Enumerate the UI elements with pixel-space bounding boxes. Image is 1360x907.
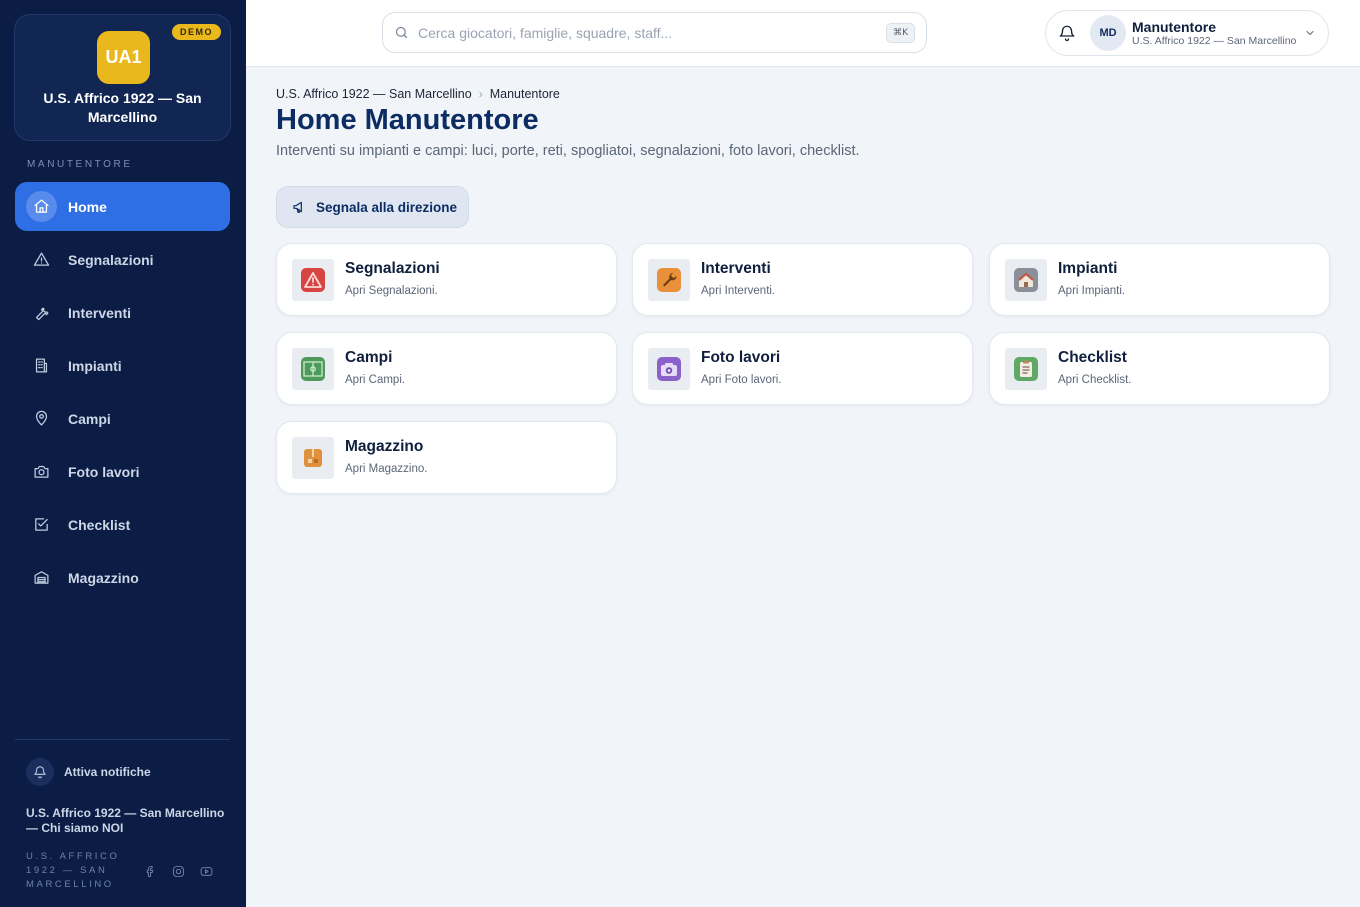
card-title: Impianti — [1058, 260, 1118, 277]
breadcrumb-item-current: Manutentore — [489, 87, 560, 101]
page-title: Home Manutentore — [276, 104, 539, 136]
card-title: Segnalazioni — [345, 260, 440, 277]
topbar: ⌘K MD Manutentore U.S. Affrico 1922 — Sa… — [246, 0, 1360, 67]
card-title: Checklist — [1058, 349, 1127, 366]
sidebar-item-home[interactable]: Home — [15, 182, 230, 231]
bell-icon — [26, 758, 54, 786]
footer-club-link[interactable]: U.S. Affrico 1922 — San Marcellino — Chi… — [26, 806, 226, 836]
card-subtitle: Apri Impianti. — [1058, 285, 1126, 297]
camera-icon — [26, 456, 57, 487]
card-subtitle: Apri Checklist. — [1058, 374, 1132, 386]
chevron-down-icon — [1304, 27, 1316, 39]
instagram-icon[interactable] — [170, 864, 186, 878]
sidebar-item-foto-lavori[interactable]: Foto lavori — [15, 447, 230, 496]
report-to-management-label: Segnala alla direzione — [316, 199, 458, 215]
enable-notifications-label: Attiva notifiche — [64, 765, 151, 779]
wrench-icon — [26, 297, 57, 328]
megaphone-icon — [293, 201, 302, 213]
card-foto-lavori[interactable]: Foto lavori Apri Foto lavori. — [632, 332, 973, 405]
card-campi[interactable]: Campi Apri Campi. — [276, 332, 617, 405]
card-subtitle: Apri Campi. — [345, 374, 406, 386]
sidebar-item-label: Interventi — [68, 304, 132, 321]
search-icon — [395, 26, 408, 39]
card-title: Foto lavori — [701, 349, 781, 366]
youtube-icon[interactable] — [198, 864, 214, 878]
home-icon — [26, 191, 57, 222]
sidebar-nav: Home Segnalazioni Interventi Impianti Ca… — [15, 182, 230, 606]
sidebar-divider — [15, 739, 230, 740]
card-interventi[interactable]: Interventi Apri Interventi. — [632, 243, 973, 316]
card-impianti[interactable]: Impianti Apri Impianti. — [989, 243, 1330, 316]
sidebar-item-label: Impianti — [68, 357, 122, 374]
facebook-icon[interactable] — [142, 864, 158, 878]
notifications-bell-icon[interactable] — [1058, 24, 1076, 42]
report-to-management-button[interactable]: Segnala alla direzione — [276, 186, 469, 228]
checkbox-icon — [26, 509, 57, 540]
breadcrumb-item-club[interactable]: U.S. Affrico 1922 — San Marcellino — [276, 87, 472, 101]
card-subtitle: Apri Segnalazioni. — [345, 285, 438, 297]
demo-badge: DEMO — [172, 24, 221, 40]
field-tile-icon — [292, 348, 334, 390]
avatar: MD — [1090, 15, 1126, 51]
map-pin-icon — [26, 403, 57, 434]
card-title: Interventi — [701, 260, 771, 277]
page-subtitle: Interventi su impianti e campi: luci, po… — [276, 143, 860, 159]
camera-tile-icon — [648, 348, 690, 390]
search-box: ⌘K — [382, 12, 927, 53]
card-checklist[interactable]: Checklist Apri Checklist. — [989, 332, 1330, 405]
clipboard-tile-icon — [1005, 348, 1047, 390]
box-tile-icon — [292, 437, 334, 479]
sidebar-item-label: Segnalazioni — [68, 251, 154, 268]
social-links — [142, 864, 214, 878]
sidebar-section-label: MANUTENTORE — [27, 159, 133, 170]
sidebar-item-segnalazioni[interactable]: Segnalazioni — [15, 235, 230, 284]
user-menu-button[interactable]: MD Manutentore U.S. Affrico 1922 — San M… — [1045, 10, 1329, 56]
search-shortcut-badge: ⌘K — [886, 22, 915, 43]
warehouse-icon — [26, 562, 57, 593]
sidebar-item-label: Magazzino — [68, 569, 139, 586]
card-subtitle: Apri Magazzino. — [345, 463, 428, 475]
user-name: Manutentore — [1132, 18, 1216, 35]
enable-notifications-button[interactable]: Attiva notifiche — [26, 758, 151, 786]
sidebar-item-label: Campi — [68, 410, 111, 427]
search-input[interactable] — [418, 24, 887, 41]
house-tile-icon — [1005, 259, 1047, 301]
user-info: Manutentore U.S. Affrico 1922 — San Marc… — [1132, 19, 1304, 48]
card-title: Magazzino — [345, 438, 424, 455]
warning-icon — [26, 244, 57, 275]
club-name: U.S. Affrico 1922 — San Marcellino — [43, 90, 202, 125]
sidebar-item-interventi[interactable]: Interventi — [15, 288, 230, 337]
card-subtitle: Apri Foto lavori. — [701, 374, 782, 386]
sidebar-item-magazzino[interactable]: Magazzino — [15, 553, 230, 602]
wrench-tile-icon — [648, 259, 690, 301]
footer-club-caption: U.S. AFFRICO 1922 — SAN MARCELLINO — [26, 851, 120, 890]
card-magazzino[interactable]: Magazzino Apri Magazzino. — [276, 421, 617, 494]
sidebar-item-label: Checklist — [68, 516, 131, 533]
sidebar-item-label: Foto lavori — [68, 463, 140, 480]
user-org: U.S. Affrico 1922 — San Marcellino — [1132, 34, 1297, 47]
sidebar-item-impianti[interactable]: Impianti — [15, 341, 230, 390]
chevron-right-icon: › — [478, 87, 483, 101]
card-subtitle: Apri Interventi. — [701, 285, 776, 297]
sidebar-item-label: Home — [68, 198, 107, 215]
sidebar-item-campi[interactable]: Campi — [15, 394, 230, 443]
building-icon — [26, 350, 57, 381]
club-logo: UA1 — [97, 31, 150, 84]
sidebar-item-checklist[interactable]: Checklist — [15, 500, 230, 549]
club-card: DEMO UA1 U.S. Affrico 1922 — San Marcell… — [14, 14, 231, 141]
breadcrumb: U.S. Affrico 1922 — San Marcellino › Man… — [276, 87, 560, 101]
warning-tile-icon — [292, 259, 334, 301]
card-title: Campi — [345, 349, 393, 366]
sidebar: DEMO UA1 U.S. Affrico 1922 — San Marcell… — [0, 0, 246, 907]
card-segnalazioni[interactable]: Segnalazioni Apri Segnalazioni. — [276, 243, 617, 316]
